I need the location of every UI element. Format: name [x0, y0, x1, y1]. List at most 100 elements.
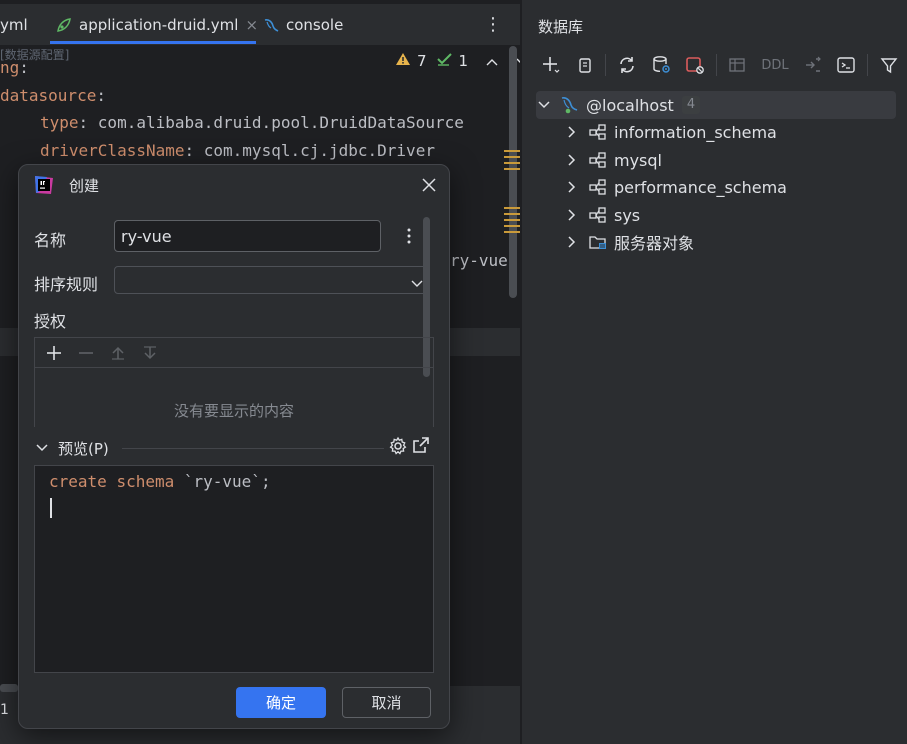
schema-label: sys: [614, 205, 641, 225]
check-icon: [436, 52, 453, 70]
move-down-icon[interactable]: [135, 340, 165, 366]
more-options-icon[interactable]: [401, 225, 417, 247]
filter-icon[interactable]: [874, 50, 904, 80]
editor-scrollbar[interactable]: [509, 46, 517, 298]
tab-label: yml: [0, 16, 28, 34]
active-tab-indicator: [50, 41, 256, 44]
code-line: datasource:: [0, 86, 106, 105]
ddl-button[interactable]: DDL: [756, 50, 794, 80]
folder-icon: [588, 232, 608, 252]
change-marker[interactable]: [504, 231, 520, 233]
database-toolbar: DDL: [522, 46, 907, 84]
database-tool-window: 数据库 DDL @localhost 4 information_schema …: [521, 0, 907, 744]
grant-label: 授权: [34, 312, 67, 331]
change-marker[interactable]: [504, 225, 520, 227]
add-icon[interactable]: [536, 50, 566, 80]
sql-preview-editor[interactable]: create schema `ry-vue`;: [34, 465, 434, 673]
warning-icon: [395, 52, 411, 70]
schema-label: mysql: [614, 150, 662, 170]
chevron-right-icon[interactable]: [564, 152, 580, 168]
tab-application-druid[interactable]: application-druid.yml ×: [55, 4, 258, 46]
change-marker[interactable]: [504, 219, 520, 221]
name-input[interactable]: [114, 220, 381, 252]
section-divider: [122, 448, 384, 449]
tree-node-server-objects[interactable]: 服务器对象: [564, 228, 694, 256]
toolbar-separator: [715, 54, 717, 76]
gear-icon[interactable]: [388, 436, 408, 456]
tab-label: console: [286, 16, 344, 34]
close-icon[interactable]: [419, 175, 439, 195]
toolbar-separator: [867, 54, 869, 76]
collation-label: 排序规则: [34, 275, 99, 294]
check-count: 1: [458, 52, 469, 70]
preview-label: 预览(P): [58, 439, 109, 458]
jump-to-source-icon[interactable]: [798, 50, 828, 80]
cancel-button[interactable]: 取消: [342, 687, 431, 718]
warning-count: 7: [417, 52, 427, 70]
code-line: ng:: [0, 58, 29, 77]
grant-toolbar: [35, 338, 433, 368]
schema-label: 服务器对象: [614, 234, 695, 253]
tab-console[interactable]: console: [262, 4, 343, 46]
empty-state-text: 没有要显示的内容: [173, 402, 294, 420]
schema-label: performance_schema: [614, 177, 787, 197]
copy-icon[interactable]: [570, 50, 600, 80]
change-marker[interactable]: [504, 162, 520, 164]
host-label: @localhost: [586, 95, 674, 115]
chevron-right-icon[interactable]: [564, 234, 580, 250]
dialog-title: 创建: [69, 177, 100, 195]
code-line: driverClassName: com.mysql.cj.jdbc.Drive…: [40, 141, 435, 160]
schema-count-badge: 4: [681, 96, 701, 114]
chevron-down-icon[interactable]: [536, 97, 552, 113]
jetbrains-logo-icon: [33, 174, 55, 196]
mysql-datasource-icon: [560, 95, 580, 115]
more-tabs-icon[interactable]: ⋮: [484, 14, 502, 35]
chevron-down-icon: [411, 273, 423, 292]
yaml-file-icon: [55, 16, 73, 34]
editor-tab-bar: yml application-druid.yml × console ⋮: [0, 4, 520, 46]
collation-select[interactable]: [114, 266, 430, 294]
tab-yml[interactable]: yml: [0, 4, 28, 46]
chevron-down-icon[interactable]: [34, 440, 50, 456]
tree-node-information-schema[interactable]: information_schema: [564, 118, 777, 146]
refresh-icon[interactable]: [612, 50, 642, 80]
table-icon[interactable]: [722, 50, 752, 80]
grant-table: 没有要显示的内容: [34, 337, 434, 427]
add-icon[interactable]: [39, 340, 69, 366]
remove-icon[interactable]: [71, 340, 101, 366]
change-marker[interactable]: [504, 150, 520, 152]
chevron-right-icon[interactable]: [564, 179, 580, 195]
panel-title: 数据库: [538, 18, 584, 36]
query-console-icon[interactable]: [832, 50, 862, 80]
change-marker[interactable]: [504, 207, 520, 209]
disconnect-icon[interactable]: [680, 50, 710, 80]
schema-icon: [588, 177, 608, 197]
change-marker[interactable]: [504, 213, 520, 215]
name-label: 名称: [34, 231, 67, 250]
tree-node-performance-schema[interactable]: performance_schema: [564, 173, 787, 201]
toolbar-separator: [605, 54, 607, 76]
open-in-editor-icon[interactable]: [411, 435, 431, 455]
move-up-icon[interactable]: [103, 340, 133, 366]
chevron-right-icon[interactable]: [564, 124, 580, 140]
schema-icon: [588, 205, 608, 225]
tree-node-sys[interactable]: sys: [564, 201, 640, 229]
code-fragment: ry-vue?: [450, 251, 518, 270]
preview-section-header[interactable]: 预览(P): [34, 433, 434, 463]
schema-icon: [588, 122, 608, 142]
text-caret: [50, 498, 52, 518]
ok-button[interactable]: 确定: [236, 687, 326, 718]
horizontal-scrollbar[interactable]: [0, 684, 18, 692]
mysql-console-icon: [262, 16, 280, 34]
tree-node-localhost[interactable]: @localhost 4: [536, 91, 896, 119]
change-marker[interactable]: [504, 168, 520, 170]
chevron-right-icon[interactable]: [564, 207, 580, 223]
data-source-properties-icon[interactable]: [646, 50, 676, 80]
chevron-up-icon[interactable]: [486, 52, 498, 70]
tree-node-mysql[interactable]: mysql: [564, 146, 662, 174]
change-marker[interactable]: [504, 156, 520, 158]
tab-label: application-druid.yml: [79, 16, 239, 34]
tab-close-icon[interactable]: ×: [245, 16, 258, 34]
schema-label: information_schema: [614, 122, 777, 142]
inspection-widget[interactable]: 7 1: [395, 52, 520, 70]
